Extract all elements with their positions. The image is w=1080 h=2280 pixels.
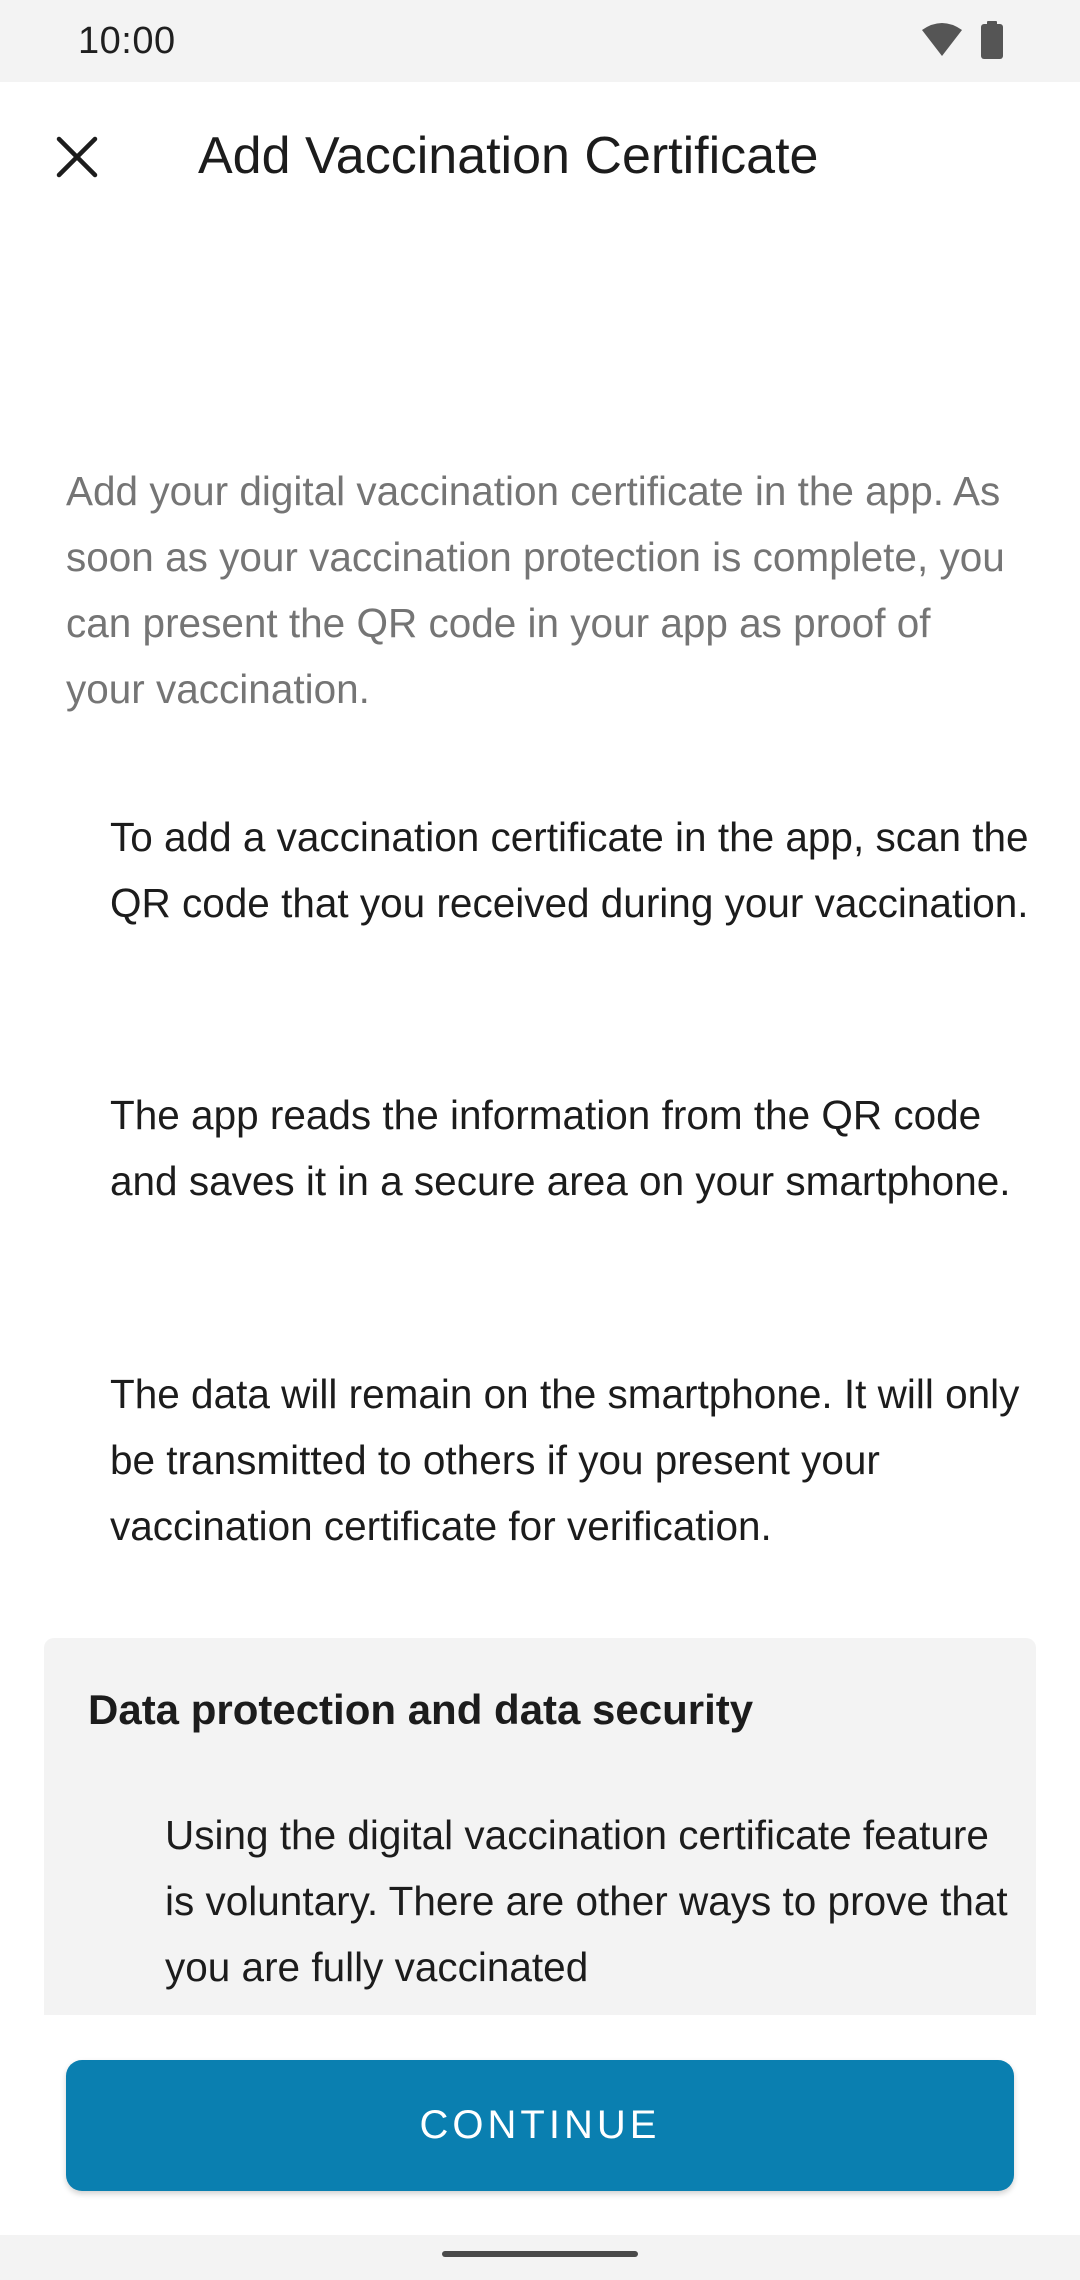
navigation-bar [0, 2235, 1080, 2280]
status-time: 10:00 [78, 20, 176, 62]
privacy-text: Using the digital vaccination certificat… [165, 1812, 1008, 1990]
page-title: Add Vaccination Certificate [198, 127, 819, 185]
close-button[interactable] [44, 124, 110, 190]
continue-button[interactable]: CONTINUE [66, 2060, 1014, 2191]
scroll-content[interactable]: Add your digital vaccination certificate… [0, 242, 1080, 2015]
privacy-info-box: Data protection and data security Using … [44, 1638, 1036, 2015]
instruction-paragraph-scan: To add a vaccination certificate in the … [110, 814, 1029, 926]
instruction-paragraph-data: The data will remain on the smartphone. … [110, 1371, 1020, 1549]
bottom-action-area: CONTINUE [0, 2015, 1080, 2235]
app-bar: Add Vaccination Certificate [0, 82, 1080, 242]
instruction-paragraph-storage: The app reads the information from the Q… [110, 1092, 1011, 1204]
close-icon [56, 136, 98, 178]
status-icons [920, 20, 1004, 64]
status-bar: 10:00 [0, 0, 1080, 82]
battery-icon [980, 20, 1004, 64]
wifi-icon [920, 22, 964, 63]
intro-text: Add your digital vaccination certificate… [66, 468, 1005, 712]
home-indicator[interactable] [442, 2251, 638, 2257]
privacy-title: Data protection and data security [88, 1686, 754, 1733]
